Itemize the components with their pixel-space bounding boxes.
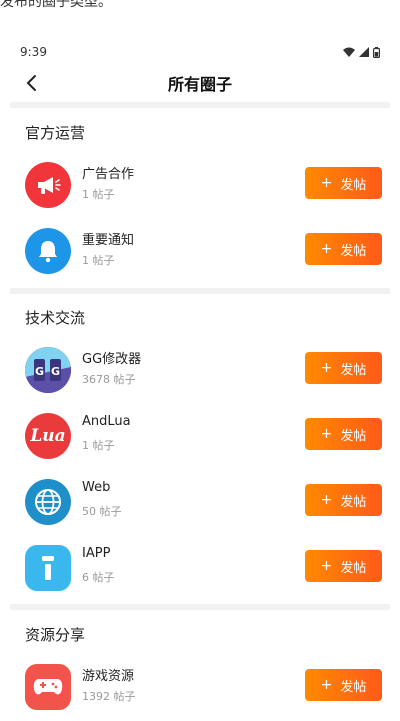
- post-count: 1392 帖子: [82, 690, 136, 703]
- plus-icon: +: [320, 241, 333, 257]
- status-icons: [343, 46, 380, 58]
- top-caption: 发布的圈子类型。: [0, 0, 112, 10]
- section-title: 资源分享: [25, 626, 86, 644]
- post-count: 50 帖子: [82, 505, 122, 518]
- post-button[interactable]: + 发帖: [305, 167, 382, 199]
- plus-icon: +: [320, 677, 333, 693]
- circle-name: GG修改器: [82, 352, 142, 367]
- post-button[interactable]: + 发帖: [305, 669, 382, 701]
- post-button[interactable]: + 发帖: [305, 550, 382, 582]
- circle-row-gg-modifier[interactable]: GG GG修改器 3678 帖子 + 发帖: [0, 342, 400, 398]
- megaphone-icon: [25, 162, 71, 208]
- circle-row-important-notice[interactable]: 重要通知 1 帖子 + 发帖: [0, 223, 400, 279]
- status-bar: 9:39: [0, 40, 400, 64]
- chevron-left-icon: [27, 75, 36, 91]
- circle-row-web[interactable]: Web 50 帖子 + 发帖: [0, 474, 400, 530]
- section-divider: [10, 288, 390, 294]
- back-button[interactable]: [18, 70, 44, 96]
- plus-icon: +: [320, 426, 333, 442]
- lua-logo-icon: Lua: [25, 413, 71, 459]
- gamepad-icon: [25, 664, 71, 710]
- circle-row-ad-cooperation[interactable]: 广告合作 1 帖子 + 发帖: [0, 157, 400, 213]
- section-title: 技术交流: [25, 309, 86, 327]
- circle-row-iapp[interactable]: IAPP 6 帖子 + 发帖: [0, 540, 400, 596]
- post-button[interactable]: + 发帖: [305, 418, 382, 450]
- plus-icon: +: [320, 558, 333, 574]
- info-i-icon: [25, 545, 71, 591]
- post-count: 6 帖子: [82, 571, 115, 584]
- nav-bar: 所有圈子: [0, 66, 400, 100]
- post-count: 1 帖子: [82, 254, 115, 267]
- plus-icon: +: [320, 360, 333, 376]
- gg-logo-icon: GG: [25, 347, 71, 393]
- wifi-icon: [343, 47, 355, 57]
- section-title: 官方运营: [25, 124, 86, 142]
- section-divider: [10, 604, 390, 610]
- circle-name: 游戏资源: [82, 669, 135, 684]
- plus-icon: +: [320, 175, 333, 191]
- circle-name: IAPP: [82, 546, 111, 561]
- post-button[interactable]: + 发帖: [305, 484, 382, 516]
- section-divider: [10, 102, 390, 108]
- status-time: 9:39: [20, 45, 47, 59]
- circle-name: 广告合作: [82, 167, 135, 182]
- bell-icon: [25, 228, 71, 274]
- circle-name: Web: [82, 480, 111, 495]
- globe-icon: [25, 479, 71, 525]
- page-title: 所有圈子: [167, 75, 232, 94]
- circle-name: 重要通知: [82, 233, 135, 248]
- post-button[interactable]: + 发帖: [305, 233, 382, 265]
- post-button[interactable]: + 发帖: [305, 352, 382, 384]
- post-count: 3678 帖子: [82, 373, 136, 386]
- circle-row-game-resources[interactable]: 游戏资源 1392 帖子 + 发帖: [0, 659, 400, 715]
- circle-row-andlua[interactable]: Lua AndLua 1 帖子 + 发帖: [0, 408, 400, 464]
- battery-icon: [373, 46, 380, 58]
- svg-text:G: G: [35, 365, 44, 378]
- signal-icon: [359, 47, 369, 57]
- post-count: 1 帖子: [82, 439, 115, 452]
- circle-name: AndLua: [82, 414, 131, 429]
- post-count: 1 帖子: [82, 188, 115, 201]
- plus-icon: +: [320, 492, 333, 508]
- svg-text:G: G: [51, 365, 60, 378]
